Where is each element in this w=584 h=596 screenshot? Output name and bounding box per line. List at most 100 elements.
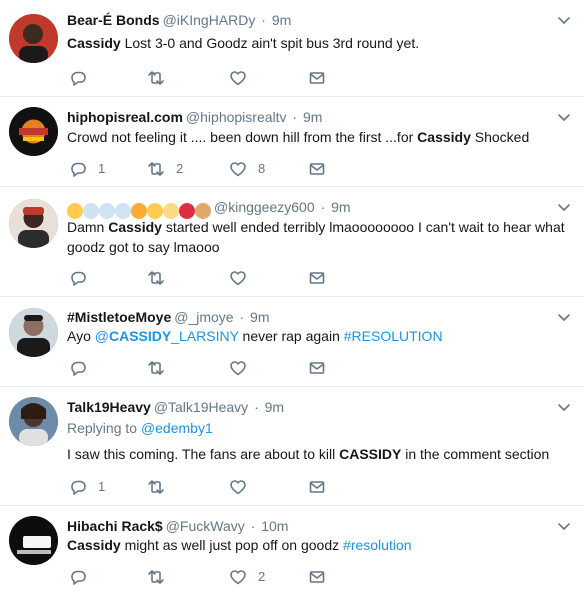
user-handle[interactable]: @_jmoye — [174, 309, 233, 325]
tweet-link[interactable]: #RESOLUTION — [344, 328, 443, 344]
reply-count: 1 — [98, 161, 106, 176]
like-button[interactable] — [229, 357, 258, 379]
display-name[interactable]: Hibachi Rack$ — [67, 518, 163, 534]
direct-message-button[interactable] — [308, 158, 326, 180]
like-button[interactable] — [229, 67, 258, 89]
reply-button[interactable] — [69, 357, 98, 379]
reply-button[interactable] — [69, 67, 98, 89]
user-handle[interactable]: @Talk19Heavy — [154, 399, 248, 415]
timestamp[interactable]: 9m — [265, 399, 284, 415]
retweet-icon — [148, 570, 164, 584]
retweet-icon — [148, 271, 164, 285]
timestamp[interactable]: 9m — [250, 309, 269, 325]
like-button[interactable]: 8 — [229, 158, 265, 180]
avatar[interactable] — [9, 107, 58, 156]
tweet-actions — [67, 357, 367, 379]
retweet-button[interactable] — [147, 566, 176, 588]
reply-button[interactable] — [69, 566, 98, 588]
avatar[interactable] — [9, 308, 58, 357]
reply-button[interactable]: 1 — [69, 158, 105, 180]
tweet-actions: 2 — [67, 566, 367, 588]
tweet[interactable]: hiphopisreal.com @hiphopisrealtv · 9m Cro… — [0, 97, 584, 187]
chevron-down-icon[interactable] — [556, 109, 572, 125]
like-button[interactable]: 2 — [229, 566, 265, 588]
tweet-link[interactable]: @ — [95, 328, 109, 344]
tweet[interactable]: #MistletoeMoye @_jmoye · 9m Ayo @CASSIDY_… — [0, 297, 584, 387]
replying-to-link[interactable]: @edemby1 — [141, 420, 213, 436]
direct-message-button[interactable] — [308, 67, 326, 89]
retweet-button[interactable]: 2 — [147, 158, 183, 180]
tweet[interactable]: @kinggeezy600 · 9m Damn Cassidy started … — [0, 187, 584, 297]
tweet-text: Cassidy Lost 3-0 and Goodz ain't spit bu… — [67, 33, 572, 53]
separator-dot: · — [292, 109, 298, 125]
display-name[interactable]: Talk19Heavy — [67, 399, 151, 415]
separator-dot: · — [254, 399, 259, 415]
chevron-down-icon[interactable] — [556, 399, 572, 415]
tweet-text-segment: Cassidy — [108, 219, 162, 235]
reply-icon — [71, 361, 86, 376]
retweet-button[interactable] — [147, 67, 176, 89]
user-handle[interactable]: @FuckWavy — [166, 518, 245, 534]
timestamp[interactable]: 9m — [272, 12, 291, 28]
user-handle[interactable]: @iKIngHARDy — [163, 12, 256, 28]
reply-icon — [71, 480, 86, 495]
timestamp[interactable]: 9m — [331, 199, 350, 215]
chevron-down-icon[interactable] — [556, 12, 572, 28]
tweet-actions — [67, 267, 367, 289]
chevron-down-icon[interactable] — [556, 309, 572, 325]
like-button[interactable] — [229, 476, 258, 498]
heart-icon — [230, 162, 246, 177]
tweet-header: Bear-É Bonds @iKIngHARDy · 9m — [67, 10, 554, 30]
timestamp[interactable]: 9m — [303, 109, 322, 125]
separator-dot: · — [320, 199, 326, 215]
tweet[interactable]: Hibachi Rack$ @FuckWavy · 10m Cassidy mig… — [0, 506, 584, 596]
tweet-link[interactable]: CASSIDY — [109, 328, 171, 344]
tweet-header: Hibachi Rack$ @FuckWavy · 10m — [67, 516, 554, 536]
separator-dot: · — [250, 518, 256, 534]
tweet[interactable]: Talk19Heavy @Talk19Heavy · 9m Replying to… — [0, 387, 584, 506]
display-name[interactable]: hiphopisreal.com — [67, 109, 183, 125]
avatar[interactable] — [9, 14, 58, 63]
tweet-text: Ayo @CASSIDY_LARSINY never rap again #RE… — [67, 326, 572, 346]
tweet-text-segment: Cassidy — [417, 129, 471, 145]
heart-icon — [230, 570, 246, 585]
tweet[interactable]: Bear-É Bonds @iKIngHARDy · 9m Cassidy Los… — [0, 0, 584, 97]
retweet-button[interactable] — [147, 267, 176, 289]
mail-icon — [309, 481, 325, 493]
timestamp[interactable]: 10m — [261, 518, 288, 534]
avatar[interactable] — [9, 397, 58, 446]
user-handle[interactable]: @hiphopisrealtv — [186, 109, 287, 125]
tweet-header: Talk19Heavy @Talk19Heavy · 9m — [67, 397, 554, 417]
retweet-count: 2 — [176, 161, 184, 176]
tweet-link[interactable]: _LARSINY — [171, 328, 238, 344]
reply-icon — [71, 71, 86, 86]
tweet-header: hiphopisreal.com @hiphopisrealtv · 9m — [67, 107, 554, 127]
tweet-text-segment: Cassidy — [67, 537, 121, 553]
replying-to: Replying to @edemby1 — [67, 418, 213, 438]
reply-icon — [71, 271, 86, 286]
direct-message-button[interactable] — [308, 476, 326, 498]
tweet-text-segment: Crowd not feeling it .... been down hill… — [67, 129, 418, 145]
retweet-button[interactable] — [147, 357, 176, 379]
display-name[interactable]: Bear-É Bonds — [67, 12, 160, 28]
avatar[interactable] — [9, 199, 58, 248]
retweet-icon — [148, 162, 164, 176]
like-count: 8 — [258, 161, 266, 176]
chevron-down-icon[interactable] — [556, 518, 572, 534]
reply-button[interactable]: 1 — [69, 476, 105, 498]
user-handle[interactable]: @kinggeezy600 — [214, 199, 315, 215]
retweet-button[interactable] — [147, 476, 176, 498]
chevron-down-icon[interactable] — [556, 199, 572, 215]
direct-message-button[interactable] — [308, 566, 326, 588]
tweet-text: Cassidy might as well just pop off on go… — [67, 535, 572, 555]
separator-dot: · — [239, 309, 245, 325]
direct-message-button[interactable] — [308, 267, 326, 289]
tweet-link[interactable]: #resolution — [343, 537, 412, 553]
direct-message-button[interactable] — [308, 357, 326, 379]
avatar[interactable] — [9, 516, 58, 565]
display-name[interactable]: #MistletoeMoye — [67, 309, 171, 325]
reply-button[interactable] — [69, 267, 98, 289]
tweet-text-segment: Shocked — [470, 129, 530, 145]
like-button[interactable] — [229, 267, 258, 289]
reply-icon — [71, 570, 86, 585]
